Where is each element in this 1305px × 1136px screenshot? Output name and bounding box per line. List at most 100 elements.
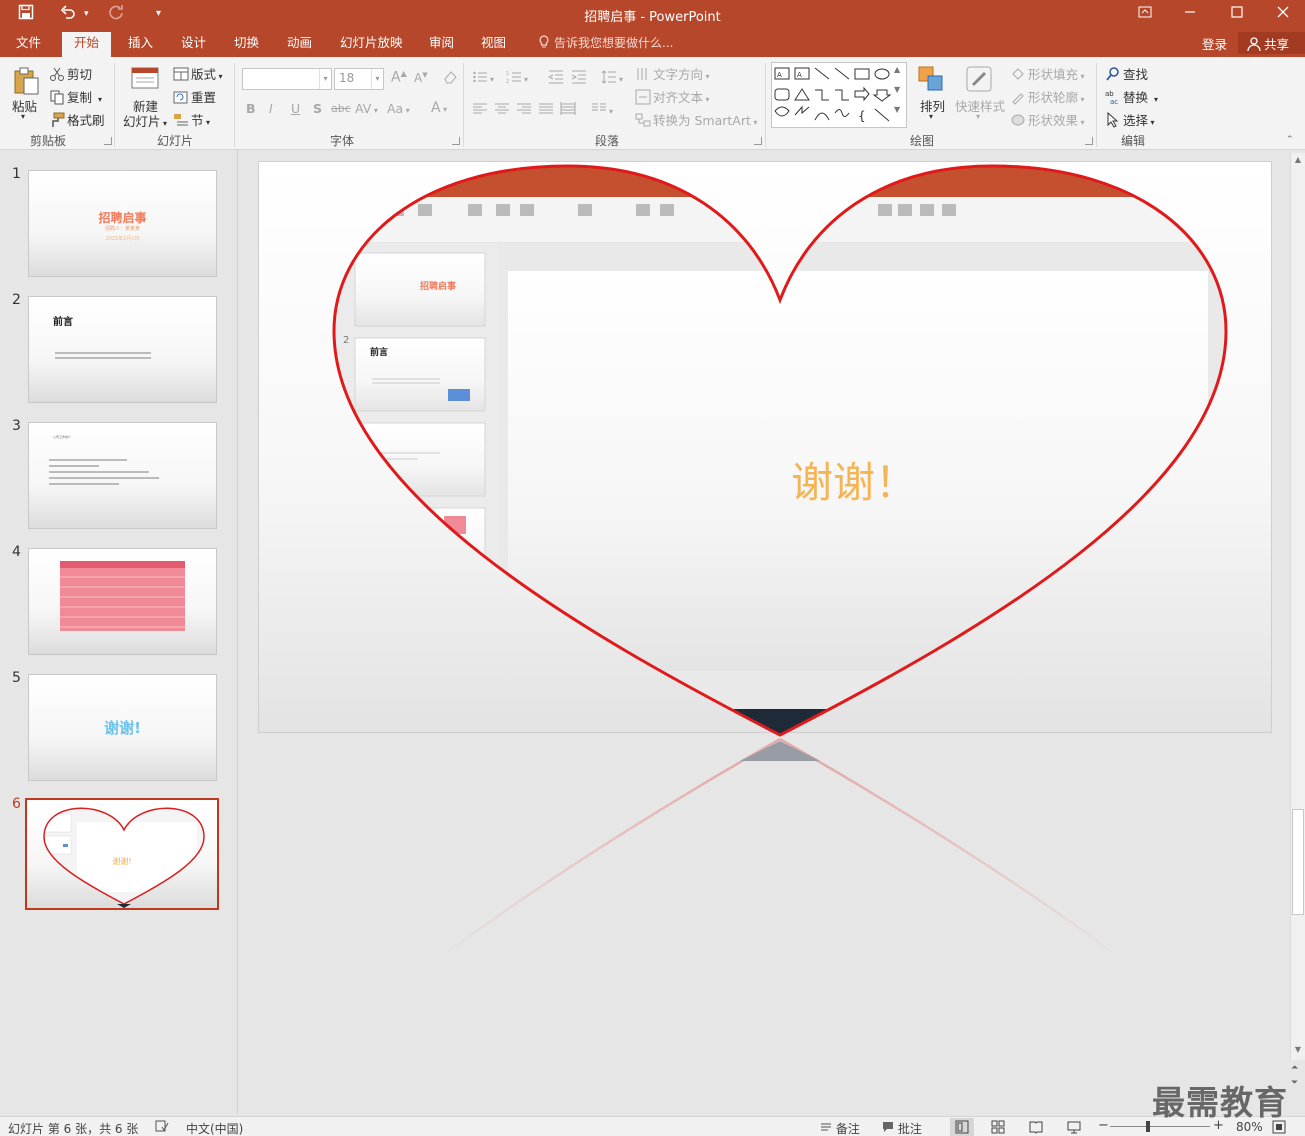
copy-button[interactable]: 复制 ▾ [49,87,102,106]
shrink-font-button[interactable]: A▼ [414,71,428,85]
close-icon[interactable] [1263,3,1303,25]
format-painter-button[interactable]: 格式刷 [49,110,105,129]
chevron-down-icon[interactable]: ▼ [894,85,900,94]
heart-picture[interactable]: 招聘启事 前言 2 谢谢！ [258,161,1288,961]
italic-button[interactable]: I [269,101,273,116]
reading-view-button[interactable] [1029,1120,1043,1136]
tab-animations[interactable]: 动画 [287,34,312,52]
bold-button[interactable]: B [246,101,256,116]
vertical-scrollbar[interactable]: ▲ ▼ [1290,153,1305,1060]
new-slide-icon[interactable] [129,63,161,95]
slide-thumbnail-6[interactable]: 谢谢! [25,798,219,910]
quick-styles-dropdown-icon[interactable]: ▾ [976,112,980,121]
zoom-slider-thumb[interactable] [1146,1121,1150,1132]
collapse-ribbon-icon[interactable]: ⌃ [1286,135,1294,145]
clear-formatting-button[interactable] [442,69,460,85]
columns-button[interactable]: ▾ [591,101,613,117]
font-size-input[interactable]: 18 ▾ [334,68,384,90]
zoom-slider-track[interactable] [1110,1126,1210,1127]
increase-indent-button[interactable] [571,69,589,85]
slide-thumbnail-4[interactable] [28,548,217,655]
zoom-out-button[interactable]: − [1098,1118,1109,1133]
char-spacing-button[interactable]: AV ▾ [355,101,378,116]
decrease-indent-button[interactable] [548,69,566,85]
text-direction-button[interactable]: 文字方向 ▾ [635,64,710,83]
minimize-icon[interactable] [1170,3,1210,25]
shadow-button[interactable]: S [313,101,322,116]
font-name-input[interactable]: ▾ [242,68,332,90]
align-right-button[interactable] [516,101,534,117]
scroll-down-icon[interactable]: ▼ [1293,1045,1303,1057]
slideshow-button[interactable] [1067,1120,1081,1136]
chevron-down-icon[interactable]: ▾ [319,69,331,89]
spellcheck-icon[interactable] [155,1120,169,1135]
distributed-button[interactable] [560,101,578,117]
line-spacing-button[interactable]: ▾ [601,69,623,85]
numbering-button[interactable]: 1 2 ▾ [506,69,528,85]
section-button[interactable]: 节 ▾ [173,110,210,129]
next-slide-icon[interactable]: ⏷ [1291,1078,1298,1088]
notes-button[interactable]: 备注 [820,1120,860,1136]
tab-insert[interactable]: 插入 [128,34,153,52]
maximize-icon[interactable] [1217,3,1257,25]
paragraph-launcher-icon[interactable] [754,137,762,145]
tab-review[interactable]: 审阅 [429,34,454,52]
scroll-up-icon[interactable]: ▲ [1293,155,1303,167]
layout-button[interactable]: 版式 ▾ [173,64,223,83]
shape-outline-button[interactable]: 形状轮廓 ▾ [1010,87,1085,106]
reset-button[interactable]: 重置 [173,87,216,106]
convert-smartart-button[interactable]: 转换为 SmartArt ▾ [635,110,757,129]
language-indicator[interactable]: 中文(中国) [186,1120,243,1136]
drawing-launcher-icon[interactable] [1085,137,1093,145]
scrollbar-thumb[interactable] [1292,809,1304,915]
chevron-up-icon[interactable]: ▲ [894,65,900,74]
format-painter-label: 格式刷 [67,113,105,128]
font-launcher-icon[interactable] [452,137,460,145]
shape-effects-button[interactable]: 形状效果 ▾ [1010,110,1085,129]
arrange-icon[interactable] [916,63,948,95]
tab-slideshow[interactable]: 幻灯片放映 [340,34,403,52]
select-button[interactable]: 选择 ▾ [1105,110,1155,129]
justify-button[interactable] [538,101,556,117]
ribbon-display-icon[interactable] [1125,3,1165,25]
shape-fill-button[interactable]: 形状填充 ▾ [1010,64,1085,83]
login-link[interactable]: 登录 [1202,34,1227,53]
align-left-button[interactable] [472,101,490,117]
font-color-button[interactable]: A ▾ [431,100,447,116]
tab-home[interactable]: 开始 [62,32,112,57]
slide-thumbnail-2[interactable]: 前言 [28,296,217,403]
align-center-button[interactable] [494,101,512,117]
tell-me-box[interactable]: 告诉我您想要做什么... [536,34,673,51]
slides-group-label: 幻灯片 [157,134,194,148]
slide-thumbnail-5[interactable]: 谢谢! [28,674,217,781]
align-text-button[interactable]: 对齐文本 ▾ [635,87,710,106]
slide-thumbnail-1[interactable]: 招聘启事 招聘人：某某某 2021年1月1日 [28,170,217,277]
tab-design[interactable]: 设计 [181,34,206,52]
shapes-gallery[interactable]: A A { [771,62,907,128]
chevron-down-icon[interactable]: ▾ [371,69,383,89]
slide-thumbnail-3[interactable]: 公司工作简介 [28,422,217,529]
previous-slide-icon[interactable]: ⏶ [1291,1063,1298,1073]
underline-button[interactable]: U [291,101,300,116]
change-case-button[interactable]: Aa ▾ [387,101,410,116]
tab-transitions[interactable]: 切换 [234,34,259,52]
cut-button[interactable]: 剪切 [49,64,92,83]
tab-view[interactable]: 视图 [481,34,506,52]
paste-icon[interactable] [10,65,42,97]
slide-sorter-button[interactable] [991,1120,1005,1136]
strikethrough-button[interactable]: abc [331,102,351,115]
clipboard-launcher-icon[interactable] [104,137,112,145]
arrange-dropdown-icon[interactable]: ▾ [929,112,933,121]
tab-file[interactable]: 文件 [16,34,41,52]
bullets-button[interactable]: ▾ [472,69,494,85]
gallery-more-icon[interactable]: ▼ [894,105,900,114]
share-button[interactable]: 共享 [1238,32,1305,54]
quick-styles-icon[interactable] [963,63,995,95]
normal-view-button[interactable] [950,1118,974,1136]
paste-dropdown-icon[interactable]: ▾ [21,112,25,121]
comments-button[interactable]: 批注 [882,1120,922,1136]
find-button[interactable]: 查找 [1105,64,1148,83]
new-slide-button-line2[interactable]: 幻灯片 ▾ [123,111,167,130]
replace-button[interactable]: ab ac 替换 ▾ [1105,87,1158,106]
grow-font-button[interactable]: A▲ [391,69,407,86]
